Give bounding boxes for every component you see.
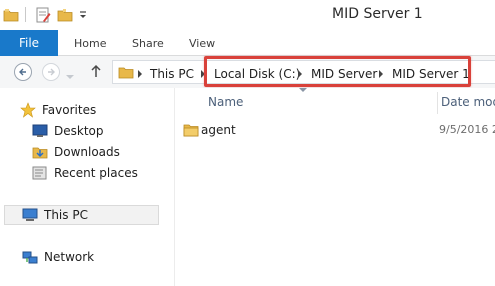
nav-downloads-label: Downloads	[54, 145, 120, 159]
network-icon	[22, 251, 38, 264]
nav-recent-places[interactable]: Recent places	[32, 163, 138, 183]
new-folder-icon[interactable]	[57, 6, 73, 24]
nav-network[interactable]: Network	[22, 247, 94, 267]
desktop-icon	[32, 124, 48, 137]
path-highlight-annotation	[204, 56, 471, 87]
properties-icon[interactable]	[35, 6, 51, 24]
qa-separator	[25, 7, 26, 22]
up-icon[interactable]	[90, 64, 102, 81]
tab-share[interactable]: Share	[132, 37, 164, 50]
ribbon: File Home Share View	[0, 30, 495, 56]
recent-locations-icon[interactable]	[66, 69, 74, 83]
computer-icon	[22, 208, 38, 221]
forward-arrow-icon	[48, 68, 55, 76]
nav-downloads[interactable]: Downloads	[32, 142, 120, 162]
sort-indicator-icon	[299, 88, 307, 92]
back-button[interactable]	[14, 63, 32, 81]
list-item[interactable]: agent 9/5/2016 2	[175, 119, 495, 141]
nav-this-pc-label: This PC	[44, 208, 88, 222]
folder-icon	[118, 64, 134, 83]
nav-this-pc[interactable]: This PC	[22, 205, 88, 225]
tab-file[interactable]: File	[0, 30, 58, 56]
folder-icon	[183, 122, 199, 141]
navigation-pane: Favorites Desktop Downloads Recent place…	[0, 88, 160, 286]
recent-places-icon	[32, 166, 47, 180]
forward-button[interactable]	[42, 63, 60, 81]
file-date: 9/5/2016 2	[439, 123, 495, 136]
folder-icon[interactable]	[3, 6, 19, 24]
downloads-icon	[32, 147, 48, 159]
breadcrumb-chevron-icon[interactable]	[138, 70, 142, 78]
window-title: MID Server 1	[332, 6, 423, 22]
nav-desktop-label: Desktop	[54, 124, 104, 138]
title-bar: MID Server 1	[0, 0, 495, 30]
breadcrumb-this-pc[interactable]: This PC	[150, 67, 194, 81]
nav-desktop[interactable]: Desktop	[32, 121, 104, 141]
nav-network-label: Network	[44, 250, 95, 264]
star-icon	[20, 102, 36, 118]
nav-favorites-label: Favorites	[42, 103, 97, 117]
file-name: agent	[201, 123, 236, 137]
nav-favorites[interactable]: Favorites	[20, 100, 96, 120]
column-header-date[interactable]: Date modi	[441, 88, 495, 113]
tab-home[interactable]: Home	[74, 37, 106, 50]
customize-dropdown-icon[interactable]	[78, 6, 88, 24]
column-divider[interactable]	[437, 92, 438, 114]
tab-view[interactable]: View	[189, 37, 215, 50]
nav-recent-places-label: Recent places	[54, 166, 138, 180]
column-header-name[interactable]: Name	[208, 88, 243, 113]
file-list: Name Date modi agent 9/5/2016 2	[175, 88, 495, 286]
back-arrow-icon	[19, 68, 26, 76]
